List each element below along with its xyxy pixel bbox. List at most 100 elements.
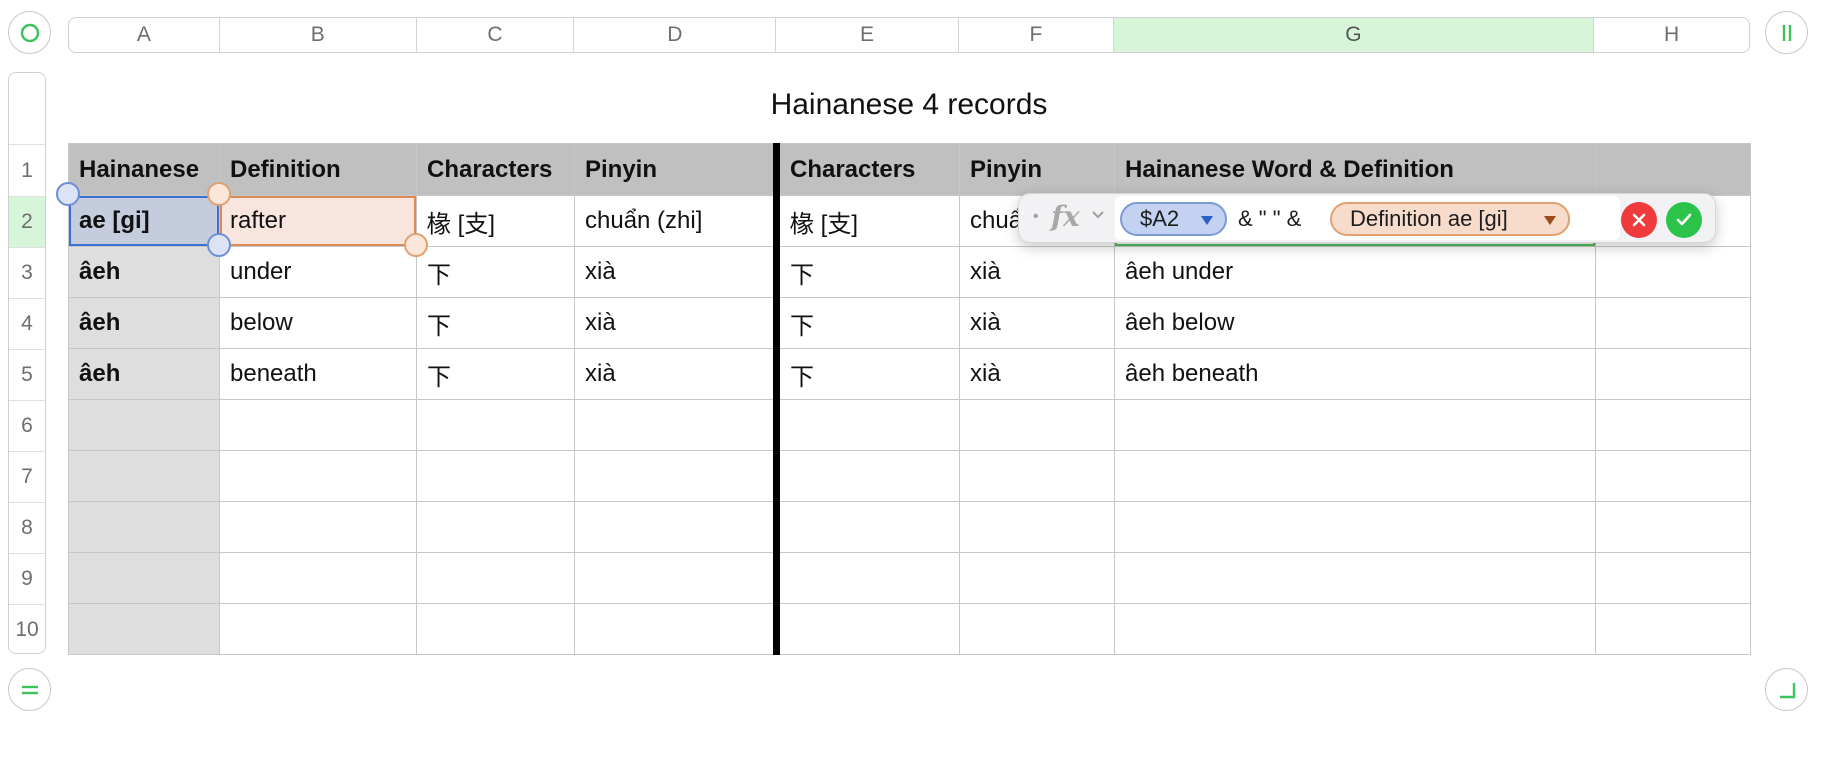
cell-d10[interactable]	[574, 603, 777, 655]
cell-g4[interactable]: âeh below	[1114, 297, 1596, 349]
cell-reference-token-2[interactable]: Definition ae [gi]	[1330, 202, 1570, 236]
cell-g8[interactable]	[1114, 501, 1596, 553]
cell-c6[interactable]	[416, 399, 575, 451]
cell-g1[interactable]: Hainanese Word & Definition	[1114, 143, 1596, 196]
cell-c10[interactable]	[416, 603, 575, 655]
cell-g9[interactable]	[1114, 552, 1596, 604]
cell-h3[interactable]	[1595, 246, 1751, 298]
cell-b2[interactable]: rafter	[219, 195, 417, 247]
column-header-a[interactable]: A	[69, 18, 220, 52]
cell-h9[interactable]	[1595, 552, 1751, 604]
cell-f6[interactable]	[959, 399, 1115, 451]
cell-f3[interactable]: xià	[959, 246, 1115, 298]
cell-b5[interactable]: beneath	[219, 348, 417, 400]
cell-b9[interactable]	[219, 552, 417, 604]
cell-h10[interactable]	[1595, 603, 1751, 655]
column-header-b[interactable]: B	[220, 18, 417, 52]
cell-e5[interactable]: 下	[773, 348, 960, 400]
row-header-4[interactable]: 4	[9, 298, 45, 349]
cell-c7[interactable]	[416, 450, 575, 502]
cell-a2[interactable]: ae [gi]	[68, 195, 220, 247]
cell-h4[interactable]	[1595, 297, 1751, 349]
select-table-button[interactable]	[8, 11, 51, 54]
cell-f4[interactable]: xià	[959, 297, 1115, 349]
cell-h8[interactable]	[1595, 501, 1751, 553]
cell-e2[interactable]: 椽 [支]	[773, 195, 960, 247]
cell-e1[interactable]: Characters	[773, 143, 960, 196]
cell-b3[interactable]: under	[219, 246, 417, 298]
cell-h5[interactable]	[1595, 348, 1751, 400]
add-row-handle[interactable]	[8, 668, 51, 711]
cell-d4[interactable]: xià	[574, 297, 777, 349]
cell-e4[interactable]: 下	[773, 297, 960, 349]
chevron-down-icon[interactable]	[1091, 210, 1105, 220]
column-header-g[interactable]: G	[1113, 18, 1595, 52]
cell-f9[interactable]	[959, 552, 1115, 604]
cell-h6[interactable]	[1595, 399, 1751, 451]
cell-g5[interactable]: âeh beneath	[1114, 348, 1596, 400]
row-header-9[interactable]: 9	[9, 553, 45, 604]
cell-c4[interactable]: 下	[416, 297, 575, 349]
row-header-10[interactable]: 10	[9, 604, 45, 653]
add-column-handle[interactable]	[1765, 11, 1808, 54]
column-header-f[interactable]: F	[959, 18, 1114, 52]
row-header-1[interactable]: 1	[9, 144, 45, 196]
resize-table-handle[interactable]	[1765, 668, 1808, 711]
cell-f8[interactable]	[959, 501, 1115, 553]
cell-b7[interactable]	[219, 450, 417, 502]
cell-b6[interactable]	[219, 399, 417, 451]
row-header-8[interactable]: 8	[9, 502, 45, 553]
cell-b8[interactable]	[219, 501, 417, 553]
column-header-h[interactable]: H	[1594, 18, 1749, 52]
cell-c9[interactable]	[416, 552, 575, 604]
cell-d1[interactable]: Pinyin	[574, 143, 777, 196]
cell-f7[interactable]	[959, 450, 1115, 502]
cell-f5[interactable]: xià	[959, 348, 1115, 400]
cell-b4[interactable]: below	[219, 297, 417, 349]
cell-e10[interactable]	[773, 603, 960, 655]
cell-a5[interactable]: âeh	[68, 348, 220, 400]
cell-d3[interactable]: xià	[574, 246, 777, 298]
cell-b10[interactable]	[219, 603, 417, 655]
cell-e7[interactable]	[773, 450, 960, 502]
cell-a10[interactable]	[68, 603, 220, 655]
reference-handle-top-left[interactable]	[207, 182, 231, 206]
row-header-7[interactable]: 7	[9, 451, 45, 502]
cell-a7[interactable]	[68, 450, 220, 502]
cell-g6[interactable]	[1114, 399, 1596, 451]
cell-d5[interactable]: xià	[574, 348, 777, 400]
cell-d9[interactable]	[574, 552, 777, 604]
cancel-formula-button[interactable]	[1621, 202, 1657, 238]
column-header-d[interactable]: D	[574, 18, 777, 52]
table-title[interactable]: Hainanese 4 records	[68, 88, 1750, 122]
row-header-6[interactable]: 6	[9, 400, 45, 451]
cell-d6[interactable]	[574, 399, 777, 451]
cell-h1[interactable]	[1595, 143, 1751, 196]
formula-editor[interactable]: • fx $A2 & " " & Definition ae [gi]	[1018, 193, 1716, 243]
cell-d8[interactable]	[574, 501, 777, 553]
cell-a1[interactable]: Hainanese	[68, 143, 220, 196]
cell-h7[interactable]	[1595, 450, 1751, 502]
cell-c3[interactable]: 下	[416, 246, 575, 298]
cell-c5[interactable]: 下	[416, 348, 575, 400]
cell-a4[interactable]: âeh	[68, 297, 220, 349]
cell-b1[interactable]: Definition	[219, 143, 417, 196]
column-header-e[interactable]: E	[776, 18, 959, 52]
row-header-3[interactable]: 3	[9, 247, 45, 298]
cell-reference-token[interactable]: $A2	[1120, 202, 1227, 236]
cell-c2[interactable]: 椽 [支]	[416, 195, 575, 247]
cell-c8[interactable]	[416, 501, 575, 553]
cell-c1[interactable]: Characters	[416, 143, 575, 196]
row-header-5[interactable]: 5	[9, 349, 45, 400]
cell-g10[interactable]	[1114, 603, 1596, 655]
row-header-2[interactable]: 2	[9, 196, 45, 247]
reference-handle-bottom-right[interactable]	[404, 233, 428, 257]
column-header-c[interactable]: C	[417, 18, 575, 52]
cell-e3[interactable]: 下	[773, 246, 960, 298]
cell-e6[interactable]	[773, 399, 960, 451]
cell-g7[interactable]	[1114, 450, 1596, 502]
cell-a3[interactable]: âeh	[68, 246, 220, 298]
cell-a8[interactable]	[68, 501, 220, 553]
cell-f10[interactable]	[959, 603, 1115, 655]
cell-d2[interactable]: chuẩn (zhi]	[574, 195, 777, 247]
